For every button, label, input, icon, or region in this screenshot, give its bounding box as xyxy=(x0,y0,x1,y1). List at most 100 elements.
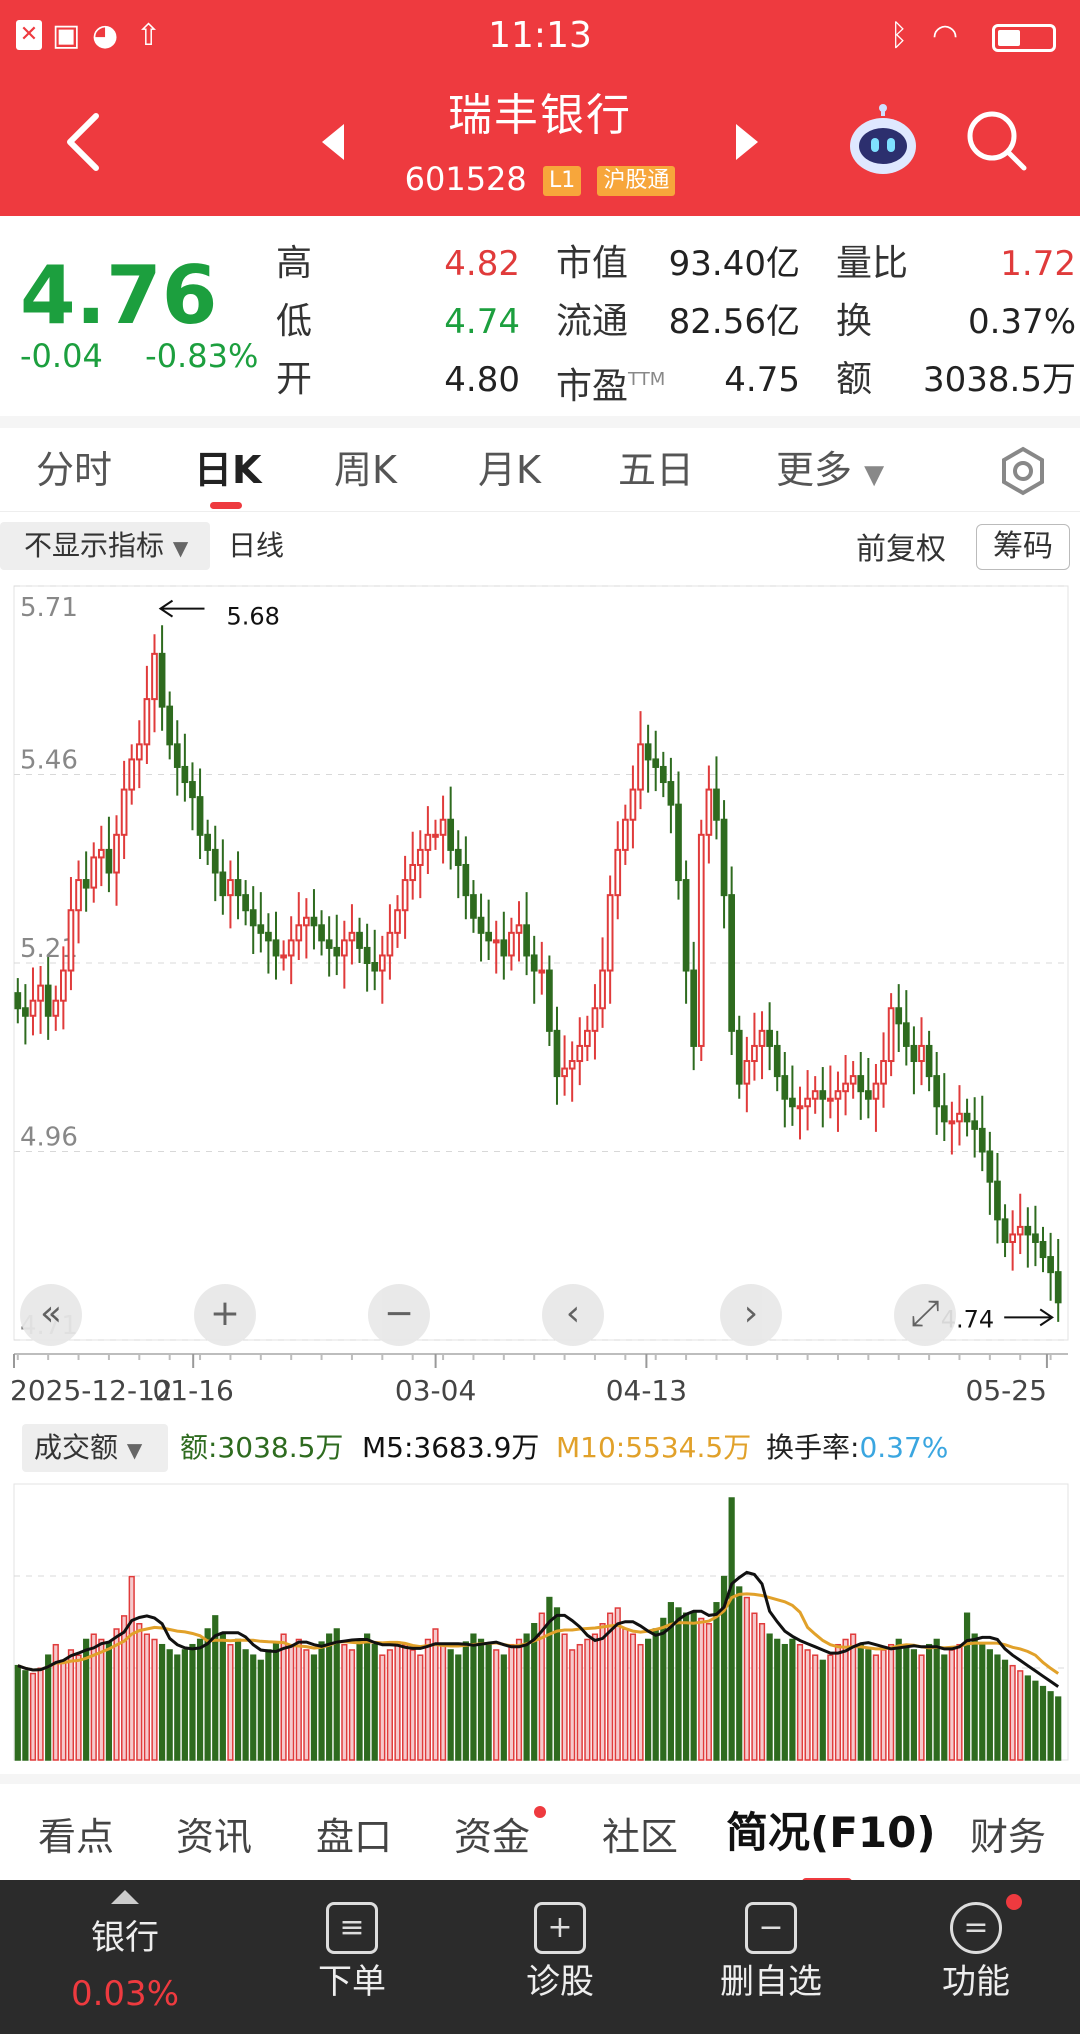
volume-bar xyxy=(234,1638,242,1761)
scroll-left-button[interactable]: ‹ xyxy=(542,1284,604,1346)
functions-button[interactable]: = 功能 xyxy=(906,1880,1046,2034)
candle-body xyxy=(409,863,417,882)
y-tick-label: 5.46 xyxy=(20,746,78,776)
candle-body xyxy=(584,1029,591,1047)
volume-bar xyxy=(531,1623,538,1761)
zoom-out-button[interactable]: − xyxy=(368,1284,430,1346)
volume-bar xyxy=(675,1607,682,1761)
volume-bar xyxy=(189,1643,196,1761)
volume-bar xyxy=(591,1633,599,1761)
period-tabs: 分时 日K 周K 月K 五日 更多 ▼ xyxy=(0,428,1080,512)
tab-company-profile[interactable]: 简况(F10) xyxy=(726,1808,936,1858)
tab-five-day[interactable]: 五日 xyxy=(618,446,694,494)
volume-bar xyxy=(204,1628,211,1761)
candle-body xyxy=(864,1090,872,1100)
volume-bar xyxy=(250,1654,257,1761)
quote-label: 开 xyxy=(276,359,313,400)
chips-distribution-button[interactable]: 筹码 xyxy=(976,524,1070,570)
candle-body xyxy=(614,848,622,897)
candle-body xyxy=(439,818,447,836)
scroll-right-button[interactable]: › xyxy=(720,1284,782,1346)
volume-bar xyxy=(576,1643,583,1761)
volume-bar xyxy=(227,1643,234,1761)
tab-more[interactable]: 更多 ▼ xyxy=(776,446,884,499)
search-icon[interactable] xyxy=(964,108,1028,172)
candle-body xyxy=(492,939,500,944)
zoom-in-button[interactable]: + xyxy=(194,1284,256,1346)
candle-body xyxy=(1039,1240,1047,1259)
candle-body xyxy=(1024,1225,1032,1236)
volume-bar xyxy=(827,1654,834,1761)
fullscreen-button[interactable]: ⤢ xyxy=(894,1284,956,1346)
chart-settings-icon[interactable] xyxy=(998,446,1048,496)
volume-bar xyxy=(766,1633,773,1761)
quote-label: 低 xyxy=(276,301,313,342)
volume-type-selector[interactable]: 成交额 ▼ xyxy=(22,1424,168,1472)
volume-bar xyxy=(705,1623,712,1761)
candle-body xyxy=(394,909,401,934)
tab-intraday[interactable]: 分时 xyxy=(36,446,112,494)
tab-community[interactable]: 社区 xyxy=(602,1812,678,1862)
volume-bar xyxy=(257,1659,264,1761)
candle-body xyxy=(606,894,614,972)
volume-bar xyxy=(151,1638,158,1761)
volume-bar xyxy=(538,1612,545,1761)
quote-value: 93.40亿 xyxy=(668,244,800,284)
candle-body xyxy=(158,652,166,708)
volume-bar xyxy=(652,1628,659,1761)
sector-bank-button[interactable]: 银行 0.03% xyxy=(40,1880,210,2034)
next-stock-icon[interactable] xyxy=(732,122,762,162)
diagnose-stock-button[interactable]: + 诊股 xyxy=(490,1880,630,2034)
candle-body xyxy=(978,1127,986,1153)
candle-body xyxy=(827,1097,834,1102)
candle-body xyxy=(249,909,257,927)
volume-bar xyxy=(1009,1664,1016,1761)
volume-bar xyxy=(789,1638,796,1761)
candle-body xyxy=(272,939,280,957)
candle-body xyxy=(705,788,713,836)
candle-body xyxy=(796,1105,804,1110)
candle-body xyxy=(1032,1233,1039,1243)
tab-news[interactable]: 资讯 xyxy=(176,1812,252,1862)
candle-body xyxy=(295,924,303,942)
volume-bar xyxy=(1047,1691,1054,1761)
tab-monthly-k[interactable]: 月K xyxy=(478,446,541,494)
turnover-label: 换手率: xyxy=(766,1431,860,1464)
volume-chart[interactable] xyxy=(0,1480,1080,1770)
volume-bar xyxy=(310,1654,318,1761)
place-order-button[interactable]: ≡ 下单 xyxy=(282,1880,422,2034)
robot-assistant-icon[interactable] xyxy=(846,104,920,176)
candle-body xyxy=(652,758,660,768)
volume-bar xyxy=(888,1643,895,1761)
tab-weekly-k[interactable]: 周K xyxy=(334,446,397,494)
volume-bar xyxy=(842,1638,849,1761)
tab-highlights[interactable]: 看点 xyxy=(38,1812,114,1862)
indicator-selector[interactable]: 不显示指标 ▼ xyxy=(0,522,210,570)
candle-body xyxy=(52,999,60,1017)
volume-bar xyxy=(645,1638,652,1761)
rewind-button[interactable]: « xyxy=(20,1284,82,1346)
tab-capital-flow[interactable]: 资金 xyxy=(454,1812,530,1862)
level-tag: L1 xyxy=(542,166,582,196)
candle-body xyxy=(416,848,424,866)
sector-name: 银行 xyxy=(91,1918,159,1958)
x-tick-label: 04-13 xyxy=(606,1374,687,1407)
volume-type-label: 成交额 xyxy=(34,1431,119,1464)
candle-body xyxy=(310,916,318,927)
candle-body xyxy=(1001,1218,1009,1243)
volume-bar xyxy=(925,1643,933,1761)
volume-bar xyxy=(933,1638,940,1761)
candle-body xyxy=(728,894,736,1032)
chevron-down-icon: ▼ xyxy=(126,1438,143,1462)
tab-financials[interactable]: 财务 xyxy=(970,1812,1046,1862)
volume-bar xyxy=(895,1638,902,1761)
quote-label: 市盈TTM xyxy=(556,366,666,407)
y-tick-label: 5.71 xyxy=(20,593,78,623)
candle-body xyxy=(219,871,227,897)
tab-order-book[interactable]: 盘口 xyxy=(316,1812,392,1862)
candle-body xyxy=(690,969,698,1047)
remove-watchlist-button[interactable]: − 删自选 xyxy=(696,1880,846,2034)
tab-daily-k[interactable]: 日K xyxy=(194,446,261,494)
volume-bar xyxy=(804,1649,811,1761)
adjust-type-button[interactable]: 前复权 xyxy=(856,528,946,572)
